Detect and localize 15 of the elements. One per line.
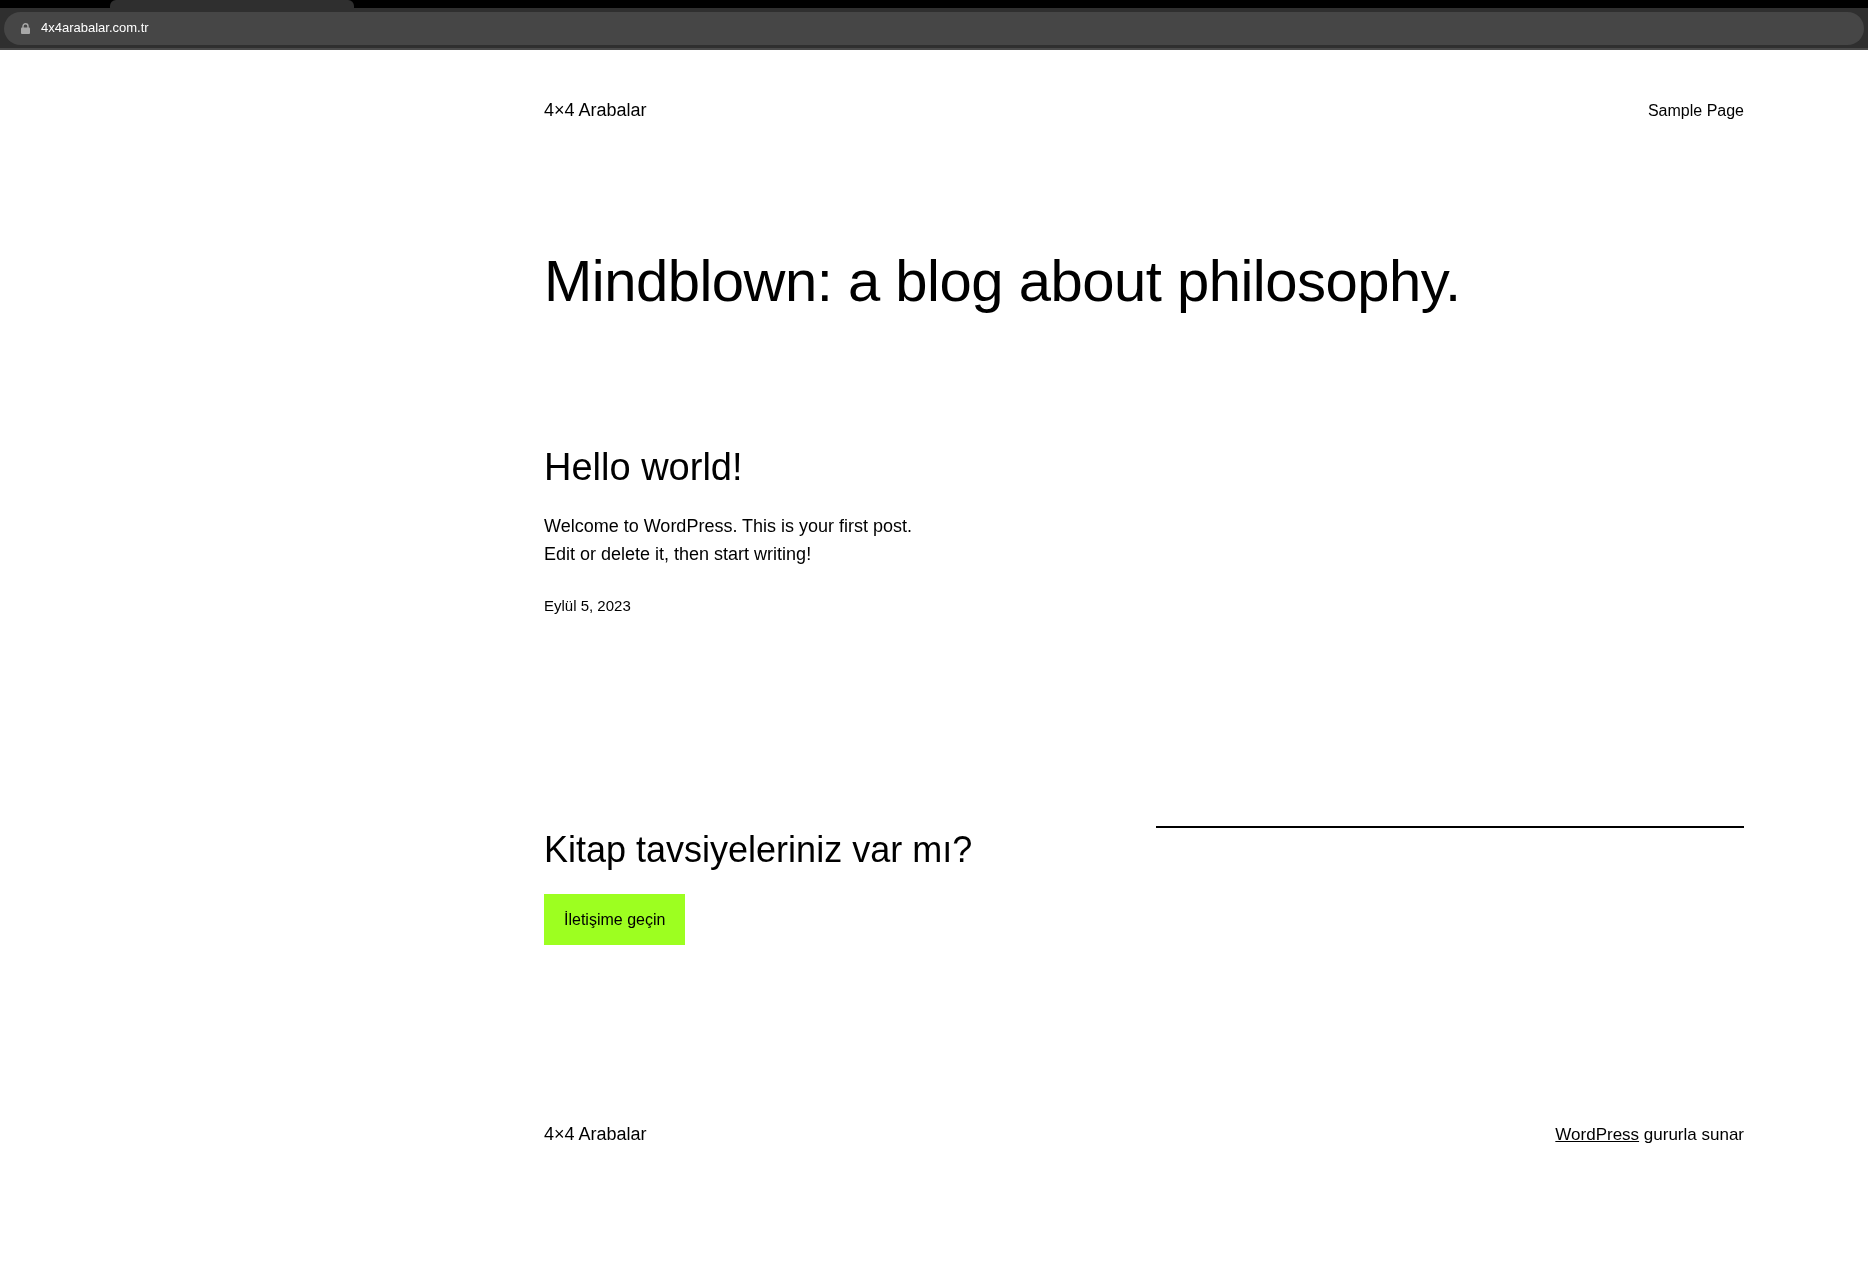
- lock-icon: [21, 22, 30, 34]
- footer-credit: WordPress gururla sunar: [1555, 1123, 1744, 1146]
- browser-tab[interactable]: [110, 0, 354, 8]
- post-excerpt: Welcome to WordPress. This is your first post. Edit or delete it, then start writing!: [544, 515, 914, 566]
- url-text: 4x4arabalar.com.tr: [41, 20, 149, 36]
- page-title: Mindblown: a blog about philosophy.: [544, 247, 1462, 315]
- contact-button[interactable]: İletişime geçin: [544, 894, 686, 945]
- site-title-link[interactable]: 4×4 Arabalar: [544, 97, 647, 124]
- post-title-link[interactable]: Hello world!: [544, 444, 743, 490]
- address-bar[interactable]: 4x4arabalar.com.tr: [4, 11, 1864, 45]
- wordpress-link[interactable]: WordPress: [1555, 1124, 1640, 1144]
- cta-heading: Kitap tavsiyeleriniz var mı?: [544, 828, 973, 872]
- footer-site-title-link[interactable]: 4×4 Arabalar: [544, 1121, 647, 1148]
- nav-link[interactable]: Sample Page: [1647, 98, 1744, 123]
- post-date: Eylül 5, 2023: [544, 596, 631, 616]
